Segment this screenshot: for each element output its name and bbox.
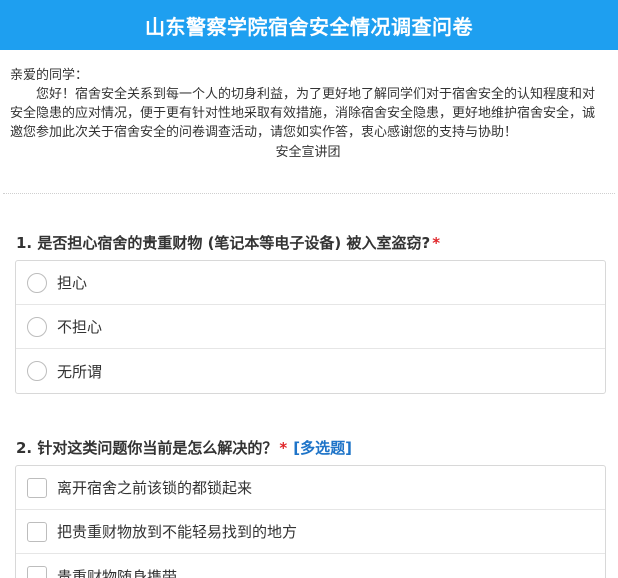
question-2-title: 2. 针对这类问题你当前是怎么解决的？ * [多选题] — [16, 437, 352, 458]
option-label: 把贵重财物放到不能轻易找到的地方 — [57, 523, 298, 541]
radio-button[interactable] — [27, 272, 47, 293]
intro-signature: 安全宣讲团 — [275, 145, 341, 160]
intro-body: 您好！宿舍安全关系到每一个人的切身利益，为了更好地了解同学们对于宿舍安全的认知程… — [10, 87, 596, 140]
checkbox[interactable] — [27, 521, 47, 542]
page-title: 山东警察学院宿舍安全情况调查问卷 — [145, 14, 473, 39]
option-label: 无所谓 — [57, 362, 103, 381]
question-1-option[interactable]: 担心 — [16, 261, 605, 305]
intro-text: 亲爱的同学： 您好！宿舍安全关系到每一个人的切身利益，为了更好地了解同学们对于宿… — [10, 66, 606, 162]
question-1-option[interactable]: 无所谓 — [16, 349, 605, 393]
checkbox[interactable] — [27, 477, 47, 498]
radio-button[interactable] — [27, 361, 47, 381]
question-1-option[interactable]: 不担心 — [16, 305, 605, 349]
radio-button[interactable] — [27, 316, 47, 337]
multi-select-tag: [多选题] — [293, 439, 352, 457]
question-2-options: 离开宿舍之前该锁的都锁起来 把贵重财物放到不能轻易找到的地方 贵重财物随身携带 — [15, 465, 606, 578]
question-1-text: 1. 是否担心宿舍的贵重财物 (笔记本等电子设备) 被入室盗窃? — [16, 234, 431, 252]
checkbox[interactable] — [27, 566, 47, 578]
option-label: 离开宿舍之前该锁的都锁起来 — [57, 479, 253, 497]
intro-greeting: 亲爱的同学： — [10, 68, 89, 83]
question-1-options: 担心 不担心 无所谓 — [15, 260, 606, 394]
option-label: 担心 — [57, 274, 88, 292]
required-mark: * — [279, 439, 288, 457]
option-label: 不担心 — [57, 318, 103, 336]
section-divider — [3, 193, 615, 194]
question-2-text: 2. 针对这类问题你当前是怎么解决的？ — [16, 439, 278, 457]
question-2-option[interactable]: 把贵重财物放到不能轻易找到的地方 — [16, 510, 605, 554]
survey-header: 山东警察学院宿舍安全情况调查问卷 — [0, 0, 618, 50]
question-2-option[interactable]: 离开宿舍之前该锁的都锁起来 — [16, 466, 605, 510]
required-mark: * — [432, 234, 441, 252]
question-1-title: 1. 是否担心宿舍的贵重财物 (笔记本等电子设备) 被入室盗窃? * — [16, 232, 440, 253]
option-label: 贵重财物随身携带 — [57, 567, 178, 578]
question-2-option[interactable]: 贵重财物随身携带 — [16, 554, 605, 578]
